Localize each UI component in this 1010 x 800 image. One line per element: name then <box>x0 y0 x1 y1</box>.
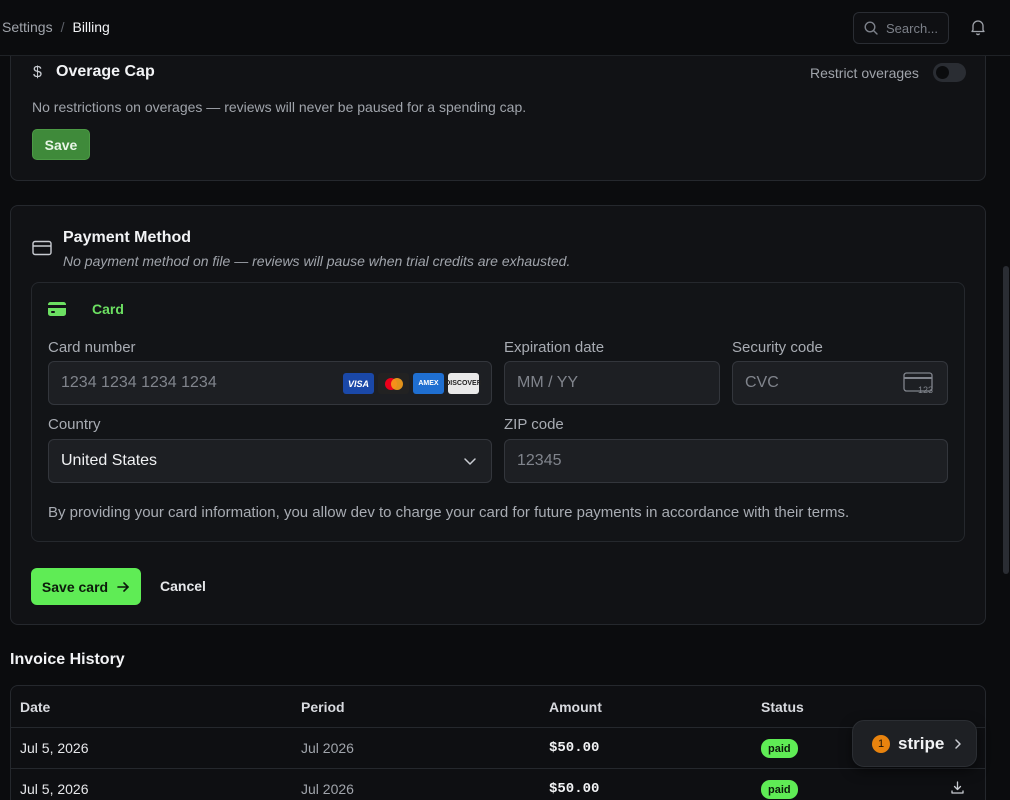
card-number-input[interactable]: 1234 1234 1234 1234 VISA AMEX DISCOVER <box>48 361 492 405</box>
invoice-amount: $50.00 <box>549 740 600 756</box>
restrict-overages-label: Restrict overages <box>810 65 919 81</box>
card-number-placeholder: 1234 1234 1234 1234 <box>61 374 217 391</box>
security-code-label: Security code <box>732 339 823 356</box>
payment-method-card: Payment Method No payment method on file… <box>10 205 986 625</box>
table-row[interactable]: Jul 5, 2026 Jul 2026 $50.00 paid <box>11 727 985 768</box>
save-card-button[interactable]: Save card <box>31 568 141 605</box>
breadcrumb-separator: / <box>60 19 65 35</box>
invoice-date: Jul 5, 2026 <box>20 740 89 756</box>
zip-input[interactable]: 12345 <box>504 439 948 483</box>
country-label: Country <box>48 416 101 433</box>
notification-count-badge: 1 <box>872 734 890 753</box>
breadcrumb-settings-link[interactable]: Settings <box>2 19 53 35</box>
card-tab-icon <box>48 302 66 316</box>
payment-method-subtitle: No payment method on file — reviews will… <box>63 253 571 269</box>
status-badge: paid <box>761 739 798 758</box>
tab-card-label: Card <box>92 301 124 317</box>
column-header-date[interactable]: Date <box>20 699 50 715</box>
discover-logo: DISCOVER <box>445 373 482 394</box>
chevron-right-icon <box>955 738 962 749</box>
invoice-date: Jul 5, 2026 <box>20 781 89 797</box>
column-header-status[interactable]: Status <box>761 699 804 715</box>
save-card-label: Save card <box>41 578 109 595</box>
cvc-placeholder: CVC <box>745 374 779 391</box>
credit-card-icon <box>32 240 52 256</box>
column-header-period[interactable]: Period <box>301 699 345 715</box>
invoice-amount: $50.00 <box>549 781 600 797</box>
breadcrumb: Settings / Billing <box>2 19 110 35</box>
restrict-overages-toggle[interactable] <box>933 63 966 82</box>
tab-card[interactable]: Card <box>48 301 124 317</box>
download-icon[interactable] <box>951 781 964 794</box>
bell-icon[interactable] <box>969 18 987 36</box>
toggle-knob <box>936 66 949 79</box>
zip-label: ZIP code <box>504 416 564 433</box>
card-number-label: Card number <box>48 339 136 356</box>
country-value: United States <box>61 452 158 469</box>
card-entry-form: Card Card number 1234 1234 1234 1234 VIS… <box>31 282 965 542</box>
search-icon <box>864 21 878 35</box>
visa-logo: VISA <box>343 373 374 394</box>
search-placeholder: Search... <box>886 20 939 36</box>
expiry-input[interactable]: MM / YY <box>504 361 720 405</box>
top-bar: Settings / Billing Search... <box>0 0 1010 56</box>
cvc-card-icon: 123 <box>903 372 933 394</box>
invoice-period: Jul 2026 <box>301 740 354 756</box>
expiry-placeholder: MM / YY <box>517 374 579 391</box>
payment-method-title: Payment Method <box>63 229 192 246</box>
dollar-icon: $ <box>33 64 42 81</box>
mastercard-logo <box>378 373 409 394</box>
zip-placeholder: 12345 <box>517 452 562 469</box>
cancel-button[interactable]: Cancel <box>160 578 206 594</box>
overage-description: No restrictions on overages — reviews wi… <box>32 99 527 115</box>
breadcrumb-current: Billing <box>72 19 110 35</box>
invoice-history-title: Invoice History <box>10 651 125 668</box>
stripe-logo: stripe <box>898 733 945 753</box>
save-overage-button[interactable]: Save <box>32 129 90 160</box>
card-brands: VISA AMEX DISCOVER <box>343 373 482 394</box>
arrow-right-icon <box>117 581 129 592</box>
amex-logo: AMEX <box>413 373 444 394</box>
overage-cap-card: $ Overage Cap Restrict overages No restr… <box>10 40 986 181</box>
overage-cap-title: Overage Cap <box>56 63 155 80</box>
table-row[interactable]: Jul 5, 2026 Jul 2026 $50.00 paid <box>11 768 985 800</box>
status-badge: paid <box>761 780 798 799</box>
scrollbar-thumb[interactable] <box>1003 266 1009 574</box>
security-code-input[interactable]: CVC 123 <box>732 361 948 405</box>
country-select[interactable]: United States <box>48 439 492 483</box>
invoice-period: Jul 2026 <box>301 781 354 797</box>
search-input[interactable]: Search... <box>853 12 949 44</box>
chevron-down-icon <box>464 458 476 465</box>
card-disclaimer: By providing your card information, you … <box>48 504 850 521</box>
stripe-widget-button[interactable]: 1 stripe <box>852 720 977 767</box>
cvc-icon-text: 123 <box>918 385 933 394</box>
scrollbar[interactable] <box>1001 56 1010 800</box>
invoice-table: Date Period Amount Status Jul 5, 2026 Ju… <box>10 685 986 800</box>
expiry-label: Expiration date <box>504 339 605 356</box>
column-header-amount[interactable]: Amount <box>549 699 602 715</box>
